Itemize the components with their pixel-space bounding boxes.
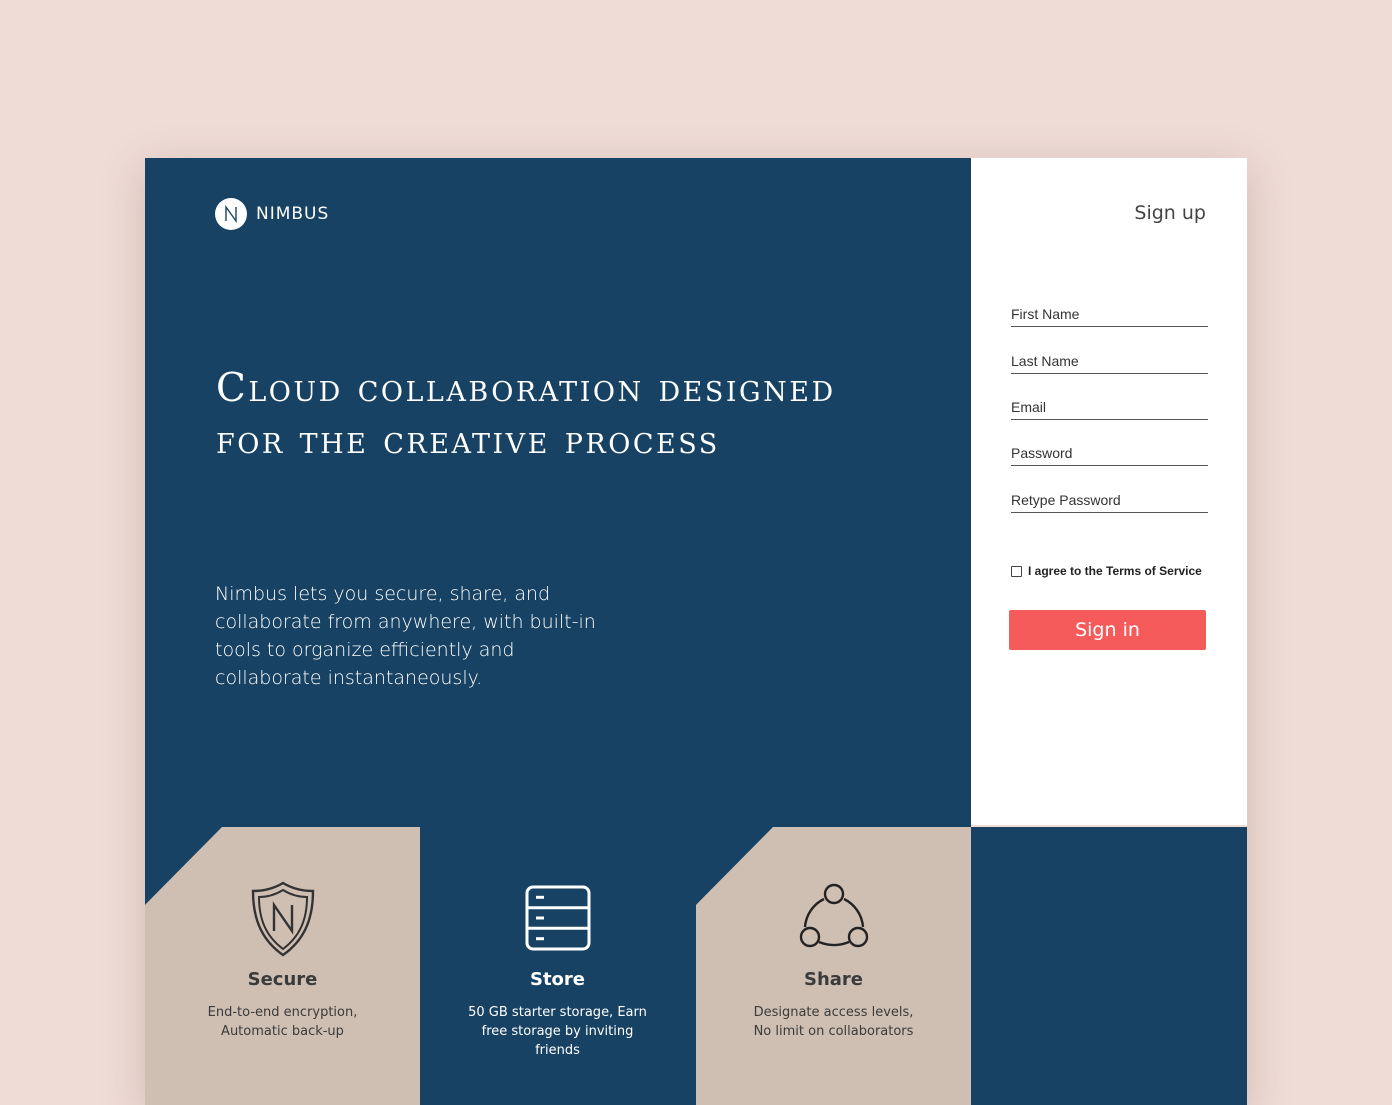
terms-agreement: I agree to the Terms of Service (1011, 564, 1202, 578)
brand-name: NIMBUS (256, 204, 330, 224)
feature-description: 50 GB starter storage, Earn free storage… (468, 1005, 647, 1058)
storage-icon (525, 885, 590, 951)
terms-label[interactable]: I agree to the Terms of Service (1028, 564, 1202, 578)
terms-checkbox[interactable] (1011, 565, 1022, 577)
nimbus-logo-icon (215, 198, 247, 230)
landing-page-frame: NIMBUS Cloud collaboration designed for … (145, 158, 1247, 1105)
feature-store: Store 50 GB starter storage, Earn free s… (420, 827, 695, 1105)
feature-description: Designate access levels, No limit on col… (753, 1005, 914, 1039)
signup-title: Sign up (1134, 202, 1206, 224)
shield-icon (251, 881, 314, 957)
share-icon (799, 883, 868, 948)
feature-secure: Secure End-to-end encryption, Automatic … (145, 827, 420, 1105)
feature-title: Store (529, 969, 586, 990)
feature-share: Share Designate access levels, No limit … (696, 827, 971, 1105)
feature-description: End-to-end encryption, Automatic back-up (207, 1005, 358, 1039)
feature-empty-tile (971, 827, 1247, 1105)
last-name-field[interactable] (1011, 350, 1208, 374)
email-field[interactable] (1011, 396, 1208, 420)
hero-headline: Cloud collaboration designed for the cre… (216, 366, 836, 463)
brand-logo[interactable]: NIMBUS (215, 198, 329, 230)
hero-tagline: Nimbus lets you secure, share, and colla… (215, 583, 596, 689)
password-field[interactable] (1011, 442, 1208, 466)
feature-title: Secure (247, 969, 318, 990)
feature-title: Share (803, 969, 863, 990)
sign-in-button[interactable]: Sign in (1009, 610, 1206, 650)
retype-password-field[interactable] (1011, 489, 1208, 513)
signup-panel: Sign up I agree to the Terms of Service … (971, 158, 1247, 825)
first-name-field[interactable] (1011, 303, 1208, 327)
